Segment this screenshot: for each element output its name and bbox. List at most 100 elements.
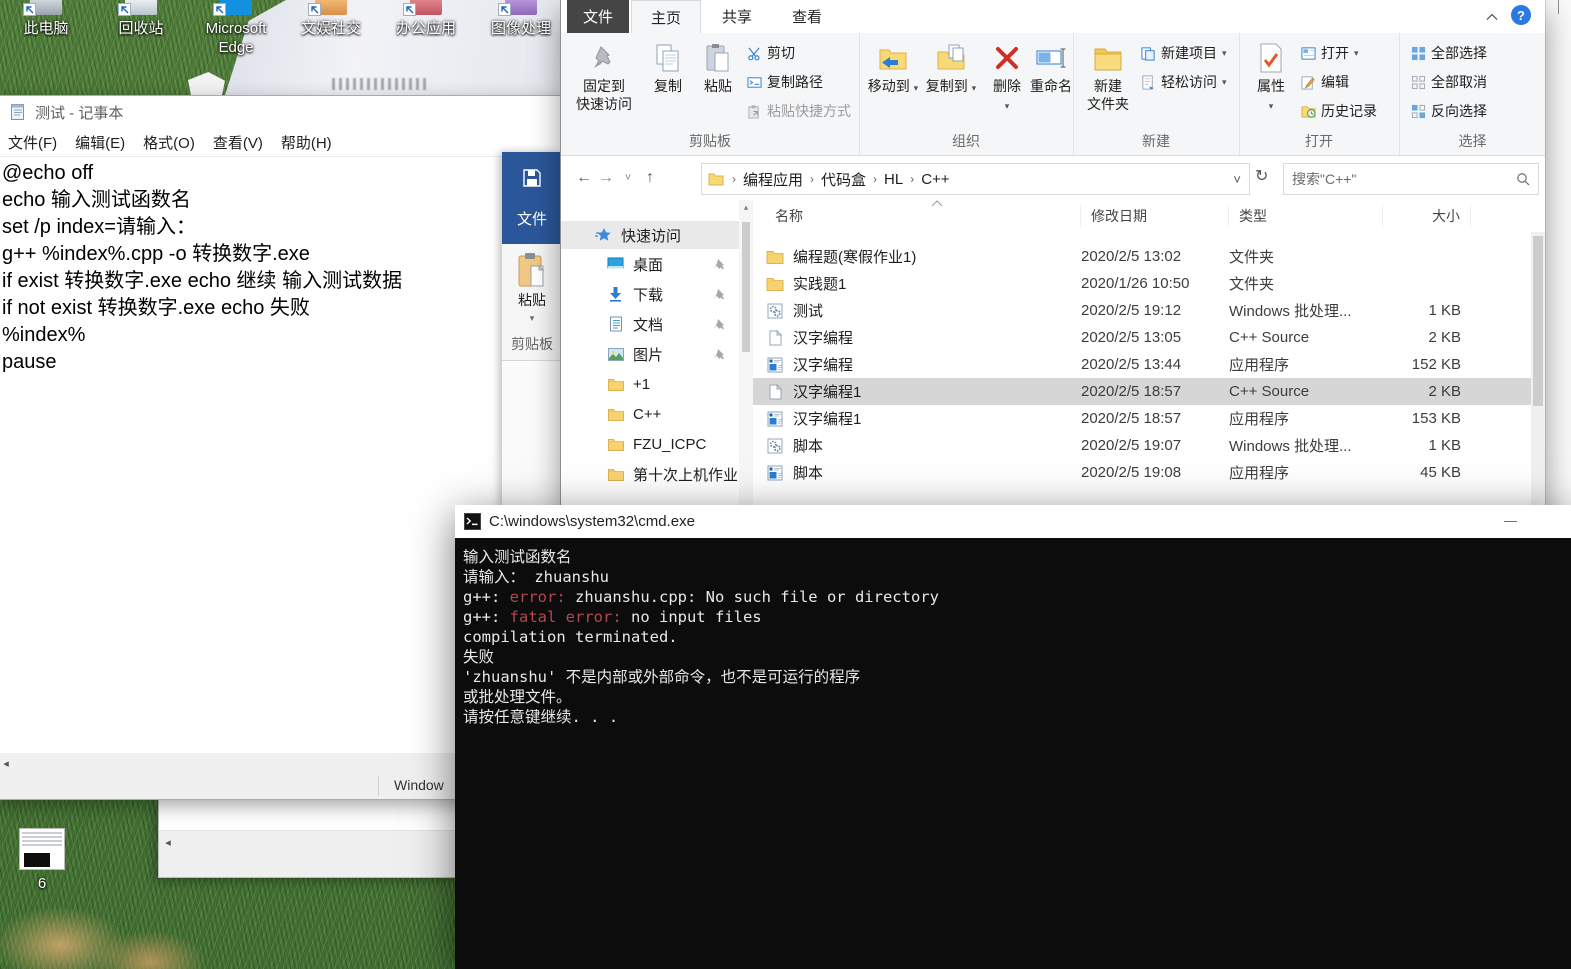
cut-button[interactable]: 剪切: [747, 43, 851, 63]
delete-button[interactable]: 删除: [987, 39, 1027, 115]
file-row[interactable]: 汉字编程1 2020/2/5 18:57 C++ Source 2 KB: [753, 378, 1531, 405]
sidebar-item-第十次上机作业[interactable]: 第十次上机作业: [561, 459, 739, 489]
minimize-button[interactable]: [1487, 505, 1533, 538]
file-row[interactable]: 测试 2020/2/5 19:12 Windows 批处理... 1 KB: [753, 297, 1531, 324]
copy-to-button[interactable]: 复制到: [923, 39, 979, 97]
breadcrumb-segment[interactable]: 编程应用: [740, 169, 806, 190]
file-date: 2020/2/5 18:57: [1081, 383, 1182, 400]
notepad-text-line: pause: [2, 351, 57, 373]
notepad-menu-item[interactable]: 文件(F): [0, 132, 66, 153]
new-item-button[interactable]: 新建项目: [1141, 43, 1227, 63]
properties-button[interactable]: 属性: [1249, 39, 1293, 115]
file-row[interactable]: 脚本 2020/2/5 19:07 Windows 批处理... 1 KB: [753, 432, 1531, 459]
desktop-icon-office[interactable]: 办公应用: [385, 0, 467, 38]
file-row[interactable]: 汉字编程 2020/2/5 13:05 C++ Source 2 KB: [753, 324, 1531, 351]
move-to-button[interactable]: 移动到: [865, 39, 921, 97]
scrollbar-thumb[interactable]: [1533, 236, 1543, 406]
cmd-text: 'zhuanshu' 不是内部或外部命令，也不是可运行的程序: [463, 668, 861, 686]
sidebar-item-quick-access[interactable]: 快速访问: [561, 221, 739, 249]
up-icon[interactable]: ↑: [639, 169, 661, 187]
desktop-icon-computer[interactable]: 此电脑: [5, 0, 87, 38]
copy-button[interactable]: 复制: [645, 39, 691, 95]
scroll-up-icon[interactable]: ▴: [739, 202, 753, 213]
breadcrumb-segment[interactable]: 代码盒: [818, 169, 869, 190]
address-dropdown-icon[interactable]: [1233, 172, 1249, 187]
select-none-button[interactable]: 全部取消: [1411, 72, 1487, 92]
horizontal-scrollbar[interactable]: [159, 830, 458, 854]
invert-selection-button[interactable]: 反向选择: [1411, 101, 1487, 121]
notepad-menu-item[interactable]: 格式(O): [134, 132, 204, 153]
desktop-icon-image[interactable]: 图像处理: [480, 0, 562, 38]
search-input[interactable]: 搜索"C++": [1292, 169, 1516, 189]
easy-access-button[interactable]: 轻松访问: [1141, 72, 1227, 92]
sidebar-item-FZU_ICPC[interactable]: FZU_ICPC: [561, 429, 739, 459]
tab-file[interactable]: 文件: [567, 0, 629, 33]
cmd-output[interactable]: 输入测试函数名 请输入： zhuanshu g++: error: zhuanshu…: [455, 538, 1571, 969]
file-list-scrollbar[interactable]: [1531, 232, 1545, 508]
notepad-title-bar[interactable]: 测试 - 记事本: [0, 96, 563, 128]
file-row[interactable]: 汉字编程 2020/2/5 13:44 应用程序 152 KB: [753, 351, 1531, 378]
desktop-icon-edge[interactable]: Microsoft Edge: [195, 0, 277, 57]
recent-locations-icon[interactable]: ˅: [617, 172, 639, 184]
sidebar-item-桌面[interactable]: 桌面: [561, 249, 739, 279]
background-notepad-window[interactable]: [158, 799, 458, 878]
column-header-date[interactable]: 修改日期: [1081, 205, 1229, 227]
scroll-left-icon[interactable]: [0, 753, 15, 773]
sidebar-item-图片[interactable]: 图片: [561, 339, 739, 369]
paste-button[interactable]: 粘贴: [502, 252, 562, 324]
save-icon[interactable]: [522, 168, 542, 188]
sidebar-item-label: 文档: [633, 316, 664, 334]
word-file-tab[interactable]: 文件: [502, 152, 562, 244]
search-box[interactable]: 搜索"C++": [1283, 163, 1539, 195]
breadcrumb[interactable]: › 编程应用 › 代码盒 › HL › C++: [701, 163, 1250, 195]
sidebar-item-label: 桌面: [633, 256, 664, 274]
collapse-ribbon-icon[interactable]: [1483, 8, 1501, 26]
sidebar-scrollbar[interactable]: ▴: [739, 200, 753, 508]
new-folder-button[interactable]: 新建 文件夹: [1081, 39, 1135, 113]
sidebar-item-+1[interactable]: +1: [561, 369, 739, 399]
open-button[interactable]: 打开: [1301, 43, 1377, 63]
breadcrumb-segment[interactable]: C++: [918, 171, 952, 188]
column-headers: 名称 修改日期 类型 大小: [753, 200, 1545, 232]
sidebar-item-C++[interactable]: C++: [561, 399, 739, 429]
tab-view[interactable]: 查看: [773, 0, 841, 33]
refresh-icon[interactable]: ↻: [1255, 166, 1268, 186]
paste-button[interactable]: 粘贴: [695, 39, 741, 95]
desktop-icon-label: 6: [37, 875, 47, 892]
cmd-window-title: C:\windows\system32\cmd.exe: [489, 513, 695, 530]
select-all-button[interactable]: 全部选择: [1411, 43, 1487, 63]
desktop-icon-social[interactable]: 文娱社交: [290, 0, 372, 38]
scrollbar-thumb[interactable]: [742, 222, 750, 352]
help-icon[interactable]: ?: [1511, 5, 1531, 25]
tab-share[interactable]: 共享: [703, 0, 771, 33]
file-row[interactable]: 汉字编程1 2020/2/5 18:57 应用程序 153 KB: [753, 405, 1531, 432]
breadcrumb-segment[interactable]: HL: [881, 171, 906, 188]
notepad-menu-item[interactable]: 查看(V): [204, 132, 272, 153]
notepad-menu-item[interactable]: 编辑(E): [66, 132, 134, 153]
edit-button[interactable]: 编辑: [1301, 72, 1377, 92]
copy-path-button[interactable]: 复制路径: [747, 72, 851, 92]
pin-to-quick-access-button[interactable]: 固定到 快速访问: [571, 39, 637, 113]
history-button[interactable]: 历史记录: [1301, 101, 1377, 121]
rename-button[interactable]: 重命名: [1027, 39, 1075, 95]
scroll-left-icon[interactable]: [159, 831, 177, 853]
file-row[interactable]: 实践题1 2020/1/26 10:50 文件夹: [753, 270, 1531, 297]
paste-shortcut-button[interactable]: 粘贴快捷方式: [747, 101, 851, 121]
desktop-icon-6[interactable]: 6: [17, 828, 67, 893]
picture-icon: [607, 347, 624, 361]
sidebar-item-下载[interactable]: 下载: [561, 279, 739, 309]
file-row[interactable]: 脚本 2020/2/5 19:08 应用程序 45 KB: [753, 459, 1531, 486]
crumb-separator: ›: [732, 172, 736, 186]
cmd-title-bar[interactable]: C:\windows\system32\cmd.exe: [455, 505, 1571, 538]
back-icon[interactable]: ←: [573, 169, 595, 187]
column-header-name[interactable]: 名称: [753, 205, 1081, 227]
column-header-size[interactable]: 大小: [1383, 205, 1471, 227]
tab-home[interactable]: 主页: [631, 0, 702, 33]
column-header-type[interactable]: 类型: [1229, 205, 1383, 227]
ribbon: 固定到 快速访问 复制 粘贴 剪切 复制路径 粘贴快捷方式 剪贴板 移动到 ▾ …: [561, 33, 1545, 156]
sidebar-item-文档[interactable]: 文档: [561, 309, 739, 339]
notepad-menu-item[interactable]: 帮助(H): [272, 132, 341, 153]
forward-icon[interactable]: →: [595, 169, 617, 187]
desktop-icon-recycle[interactable]: 回收站: [100, 0, 182, 38]
file-row[interactable]: 编程题(寒假作业1) 2020/2/5 13:02 文件夹: [753, 243, 1531, 270]
